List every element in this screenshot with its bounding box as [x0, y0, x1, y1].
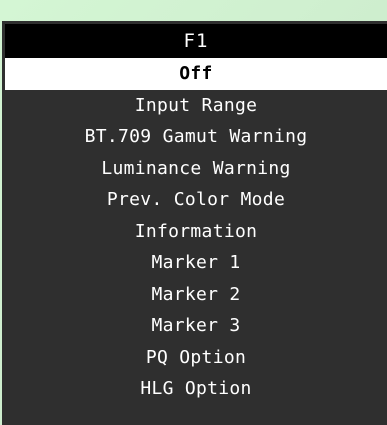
menu-item-hlg-option[interactable]: HLG Option	[5, 373, 387, 405]
menu-item-marker-1[interactable]: Marker 1	[5, 247, 387, 279]
menu-title: F1	[5, 24, 387, 58]
menu-item-input-range[interactable]: Input Range	[5, 90, 387, 122]
menu-item-luminance-warning[interactable]: Luminance Warning	[5, 153, 387, 185]
function-key-options-list: Off Input Range BT.709 Gamut Warning Lum…	[5, 58, 387, 405]
menu-item-marker-3[interactable]: Marker 3	[5, 310, 387, 342]
menu-item-marker-2[interactable]: Marker 2	[5, 279, 387, 311]
menu-item-pq-option[interactable]: PQ Option	[5, 342, 387, 374]
menu-item-bt709-gamut-warning[interactable]: BT.709 Gamut Warning	[5, 121, 387, 153]
menu-item-off[interactable]: Off	[5, 58, 387, 90]
menu-item-prev-color-mode[interactable]: Prev. Color Mode	[5, 184, 387, 216]
menu-item-information[interactable]: Information	[5, 216, 387, 248]
